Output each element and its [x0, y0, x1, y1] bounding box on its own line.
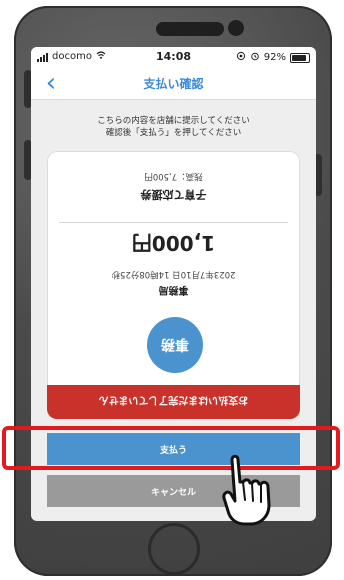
ticket-balance: 残高：7,500円: [144, 171, 203, 181]
card-divider: [59, 222, 288, 223]
payment-amount: 1,000円: [131, 231, 216, 255]
payment-timestamp: 2023年7月10日 14時08分25秒: [111, 269, 236, 279]
page-title: 支払い確認: [143, 77, 204, 91]
ticket-name: 子育て応援券: [140, 188, 207, 201]
speaker-grille: [156, 22, 224, 36]
payment-card: お支払いはまだ完了していません 事務 事務局 2023年7月10日 14時08分…: [47, 151, 300, 419]
home-button: [148, 523, 200, 575]
payment-card-rotated-content: お支払いはまだ完了していません 事務 事務局 2023年7月10日 14時08分…: [47, 151, 300, 419]
status-bar: docomo 14:08 92%: [31, 47, 316, 67]
battery-percent: 92%: [263, 52, 286, 63]
pointing-hand-icon: [222, 454, 271, 526]
front-camera: [228, 20, 244, 36]
instruction-text: こちらの内容を店舗に提示してください 確認後「支払う」を押してください: [31, 115, 316, 139]
battery-icon: [290, 52, 310, 63]
payment-incomplete-banner: お支払いはまだ完了していません: [47, 385, 300, 419]
rotation-lock-icon: [236, 51, 246, 64]
tutorial-stage: docomo 14:08 92% ‹ 支払い確認 こちらの内容を店舗に提示してく…: [0, 0, 344, 580]
instruction-line-2: 確認後「支払う」を押してください: [105, 128, 242, 138]
store-name: 事務局: [158, 284, 189, 295]
status-right: 92%: [236, 51, 310, 64]
nav-bar: ‹ 支払い確認: [31, 67, 316, 100]
alarm-icon: [250, 51, 260, 64]
store-stamp: 事務: [147, 317, 203, 373]
phone-screen: docomo 14:08 92% ‹ 支払い確認 こちらの内容を店舗に提示してく…: [31, 47, 316, 521]
instruction-line-1: こちらの内容を店舗に提示してください: [97, 116, 250, 126]
